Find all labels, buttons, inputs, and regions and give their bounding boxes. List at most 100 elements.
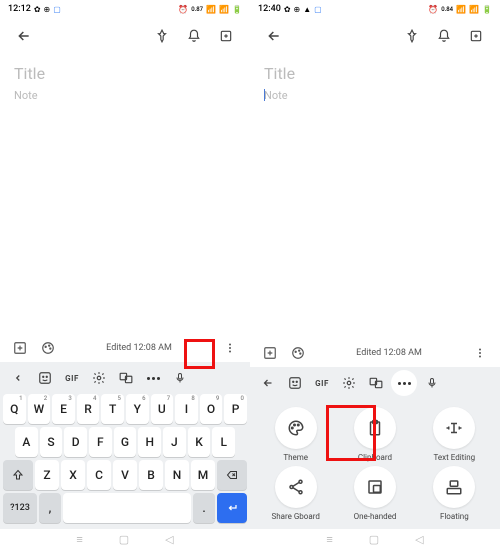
floating-icon (433, 466, 475, 508)
key-k[interactable]: K (188, 427, 211, 457)
key-p[interactable]: 0P (224, 394, 247, 424)
keyboard-toolbar: GIF (250, 367, 500, 399)
kb-option-share-gboard[interactable]: Share Gboard (256, 466, 335, 521)
pin-button[interactable] (148, 22, 176, 50)
key-m[interactable]: M (191, 460, 215, 490)
more-button[interactable] (470, 343, 490, 363)
add-button[interactable] (10, 338, 30, 358)
symbols-key[interactable]: ?123 (3, 493, 37, 523)
translate-icon[interactable] (114, 366, 138, 390)
key-w[interactable]: 2W (28, 394, 51, 424)
edited-timestamp: Edited 12:08 AM (356, 348, 422, 358)
screen-right: 12:40 ✿ ⊕ ▲ ▢ ⏰ 0.84 📶 📶 🔋 Title Note Ed… (250, 0, 500, 549)
statusbar: 12:40 ✿ ⊕ ▲ ▢ ⏰ 0.84 📶 📶 🔋 (250, 0, 500, 18)
gif-button[interactable]: GIF (60, 366, 84, 390)
add-button[interactable] (260, 343, 280, 363)
screen-left: 12:12 ✿ ⊕ ▢ ⏰ 0.87 📶 📶 🔋 Title Note (0, 0, 250, 549)
back-nav-button[interactable]: ◁ (415, 533, 423, 546)
kb-option-text-editing[interactable]: Text Editing (415, 407, 494, 462)
kb-row-1: 1Q2W3E4R5T6Y7U8I9O0P (3, 394, 247, 424)
net-speed: 0.84 (441, 6, 453, 13)
key-b[interactable]: B (139, 460, 163, 490)
kb-more-button[interactable] (391, 370, 417, 396)
keyboard: GIF ThemeClipboardText Editing Share Gboa… (250, 367, 500, 529)
title-input[interactable]: Title (14, 64, 236, 83)
more-button[interactable] (220, 338, 240, 358)
kb-row-3: ZXCVBNM (3, 460, 247, 490)
key-x[interactable]: X (61, 460, 85, 490)
note-editor[interactable]: Title Note (250, 54, 500, 339)
kb-option-theme[interactable]: Theme (256, 407, 335, 462)
home-button[interactable]: ▢ (369, 533, 379, 546)
key-s[interactable]: S (40, 427, 63, 457)
archive-button[interactable] (212, 22, 240, 50)
space-key[interactable] (63, 493, 191, 523)
key-f[interactable]: F (89, 427, 112, 457)
kb-option-one-handed[interactable]: One-handed (335, 466, 414, 521)
signal-icon: 📶 (206, 5, 216, 14)
notif-icon: ▲ (303, 5, 311, 14)
palette-button[interactable] (38, 338, 58, 358)
edited-timestamp: Edited 12:08 AM (106, 343, 172, 353)
key-g[interactable]: G (114, 427, 137, 457)
translate-icon[interactable] (364, 371, 388, 395)
mic-icon[interactable] (168, 366, 192, 390)
palette-button[interactable] (288, 343, 308, 363)
key-c[interactable]: C (87, 460, 111, 490)
reminder-button[interactable] (430, 22, 458, 50)
sticker-icon[interactable] (33, 366, 57, 390)
key-i[interactable]: 8I (175, 394, 198, 424)
key-j[interactable]: J (163, 427, 186, 457)
mic-icon[interactable] (420, 371, 444, 395)
gear-icon[interactable] (87, 366, 111, 390)
home-button[interactable]: ▢ (119, 533, 129, 546)
recents-button[interactable]: ≡ (326, 533, 332, 546)
pin-button[interactable] (398, 22, 426, 50)
key-h[interactable]: H (138, 427, 161, 457)
recents-button[interactable]: ≡ (76, 533, 82, 546)
app-toolbar (0, 18, 250, 54)
kb-option-label: One-handed (354, 512, 397, 521)
key-r[interactable]: 4R (77, 394, 100, 424)
kb-back-button[interactable] (6, 366, 30, 390)
key-n[interactable]: N (165, 460, 189, 490)
key-t[interactable]: 5T (101, 394, 124, 424)
system-navbar: ≡ ▢ ◁ (250, 529, 500, 549)
back-nav-button[interactable]: ◁ (165, 533, 173, 546)
reminder-button[interactable] (180, 22, 208, 50)
key-u[interactable]: 7U (151, 394, 174, 424)
note-input[interactable]: Note (14, 89, 236, 102)
kb-more-button[interactable] (141, 366, 165, 390)
key-d[interactable]: D (64, 427, 87, 457)
kb-option-clipboard[interactable]: Clipboard (335, 407, 414, 462)
title-input[interactable]: Title (264, 64, 486, 83)
note-input[interactable]: Note (264, 89, 486, 102)
shift-key[interactable] (3, 460, 33, 490)
key-z[interactable]: Z (35, 460, 59, 490)
back-button[interactable] (260, 22, 288, 50)
key-l[interactable]: L (212, 427, 235, 457)
onehand-icon (354, 466, 396, 508)
key-y[interactable]: 6Y (126, 394, 149, 424)
comma-key[interactable]: , (39, 493, 61, 523)
gif-button[interactable]: GIF (310, 371, 334, 395)
key-v[interactable]: V (113, 460, 137, 490)
key-e[interactable]: 3E (52, 394, 75, 424)
archive-button[interactable] (462, 22, 490, 50)
bottom-toolbar: Edited 12:08 AM (0, 334, 250, 362)
enter-key[interactable] (217, 493, 247, 523)
backspace-key[interactable] (217, 460, 247, 490)
app-icon: ⊕ (294, 5, 301, 14)
note-editor[interactable]: Title Note (0, 54, 250, 334)
key-a[interactable]: A (15, 427, 38, 457)
gear-icon[interactable] (337, 371, 361, 395)
key-q[interactable]: 1Q (3, 394, 26, 424)
signal-icon-2: 📶 (469, 5, 479, 14)
key-o[interactable]: 9O (200, 394, 223, 424)
kb-option-floating[interactable]: Floating (415, 466, 494, 521)
period-key[interactable]: . (193, 493, 215, 523)
back-button[interactable] (10, 22, 38, 50)
sticker-icon[interactable] (283, 371, 307, 395)
kb-option-label: Floating (440, 512, 469, 521)
kb-back-button[interactable] (256, 371, 280, 395)
